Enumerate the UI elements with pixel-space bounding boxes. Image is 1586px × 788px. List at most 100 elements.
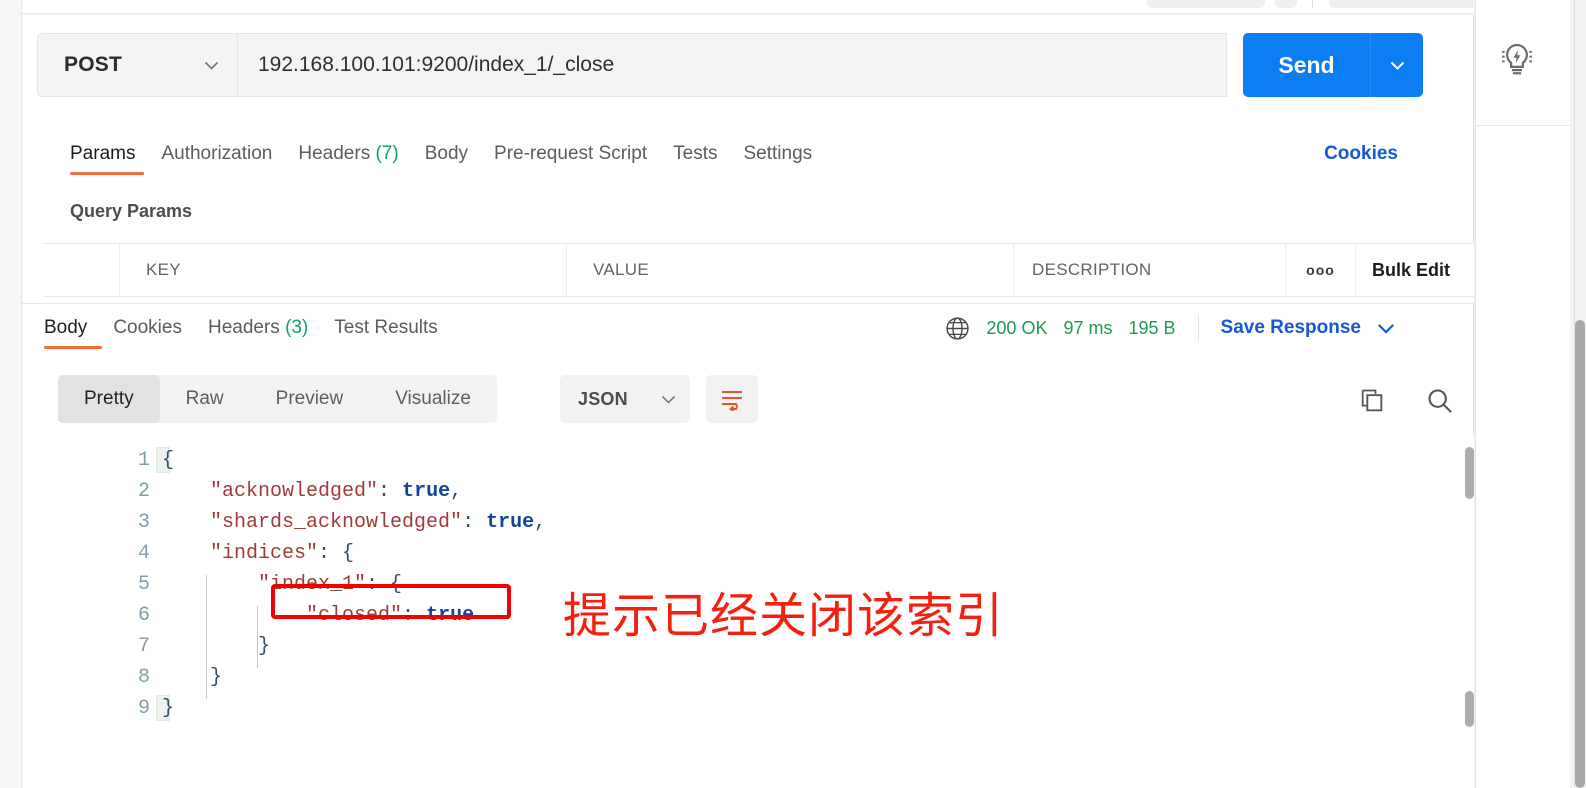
code-token-punc: :: [378, 480, 403, 503]
view-mode-raw[interactable]: Raw: [160, 375, 250, 423]
tab-label: Body: [44, 317, 88, 338]
request-tab-params[interactable]: Params: [70, 143, 161, 181]
response-time: 97 ms: [1063, 317, 1113, 338]
bulk-edit-label: Bulk Edit: [1372, 259, 1451, 280]
tab-label: Test Results: [334, 317, 438, 338]
top-divider: [1312, 0, 1313, 8]
column-label: DESCRIPTION: [1032, 260, 1152, 279]
page-scrollbar-thumb[interactable]: [1575, 320, 1585, 788]
code-token-bool: true: [402, 480, 451, 503]
code-token-key: "indices": [210, 542, 319, 565]
code-token-key: "shards_acknowledged": [210, 511, 463, 534]
response-size: 195 B: [1128, 317, 1176, 338]
code-token-punc: :: [462, 511, 487, 534]
line-number: 4: [137, 542, 150, 565]
response-tab-cookies[interactable]: Cookies: [113, 317, 208, 355]
top-ghost-element: [1147, 0, 1265, 8]
response-meta: 200 OK 97 ms 195 B Save Response: [945, 315, 1395, 341]
line-number: 3: [137, 511, 150, 534]
column-header-value: VALUE: [567, 244, 1014, 296]
tab-label: Headers: [207, 317, 280, 338]
tab-label: Tests: [673, 143, 718, 164]
request-response-panel: POST 192.168.100.101:9200/index_1/_close…: [22, 15, 1490, 788]
code-line: "indices": {: [162, 538, 546, 569]
code-line: }: [162, 693, 546, 724]
chevron-down-icon[interactable]: [1377, 323, 1395, 334]
column-header-description: DESCRIPTION: [1014, 244, 1286, 296]
view-mode-visualize[interactable]: Visualize: [369, 375, 497, 423]
meta-divider: [1197, 315, 1199, 341]
response-format-selector[interactable]: JSON: [560, 375, 690, 423]
response-format-label: JSON: [578, 388, 628, 409]
line-number-gutter: 1 2 3 4 5 6 7 8 9: [44, 445, 150, 724]
request-tab-settings[interactable]: Settings: [744, 143, 839, 181]
send-options-button[interactable]: [1371, 61, 1423, 70]
code-token-punc: : {: [318, 542, 355, 565]
response-tab-test-results[interactable]: Test Results: [334, 317, 463, 355]
right-sidebar-divider: [1475, 125, 1570, 126]
postman-window: POST 192.168.100.101:9200/index_1/_close…: [0, 0, 1586, 788]
tab-label: Cookies: [113, 317, 182, 338]
response-scrollbar-thumb[interactable]: [1465, 447, 1474, 499]
lightbulb-icon[interactable]: [1498, 40, 1536, 78]
word-wrap-button[interactable]: [706, 375, 758, 423]
copy-icon[interactable]: [1358, 387, 1386, 415]
top-cutoff-strip: [22, 0, 1474, 14]
code-token-punc: ,: [450, 480, 463, 503]
request-cookies-link[interactable]: Cookies: [1324, 143, 1398, 165]
line-number: 9: [137, 697, 150, 720]
request-tab-authorization[interactable]: Authorization: [161, 143, 298, 181]
code-token-punc: {: [162, 449, 175, 472]
column-header-key: KEY: [120, 244, 567, 296]
code-token-punc: ,: [534, 511, 547, 534]
view-mode-preview[interactable]: Preview: [250, 375, 370, 423]
save-response-button[interactable]: Save Response: [1221, 317, 1361, 339]
request-tab-pre-request-script[interactable]: Pre-request Script: [494, 143, 673, 181]
request-tab-headers[interactable]: Headers (7): [298, 143, 424, 181]
tab-count-badge: (3): [279, 317, 309, 338]
request-tab-body[interactable]: Body: [425, 143, 494, 181]
select-all-checkbox-cell[interactable]: [44, 244, 120, 296]
response-separator: [22, 303, 1474, 304]
send-label: Send: [1278, 51, 1335, 78]
bulk-edit-button[interactable]: Bulk Edit: [1356, 244, 1474, 296]
response-scrollbar-thumb[interactable]: [1465, 691, 1474, 727]
method-selector[interactable]: POST: [37, 33, 237, 97]
code-line: }: [162, 662, 546, 693]
annotation-text: 提示已经关闭该索引: [563, 588, 1005, 644]
query-params-empty-row[interactable]: [44, 297, 1474, 302]
method-label: POST: [64, 53, 122, 76]
line-number: 1: [137, 449, 150, 472]
top-ghost-element: [1275, 0, 1297, 8]
ellipsis-icon: ooo: [1306, 262, 1335, 278]
send-button[interactable]: Send: [1243, 33, 1370, 97]
response-tab-body[interactable]: Body: [44, 317, 113, 355]
top-ghost-element: [1329, 0, 1474, 8]
response-tab-headers[interactable]: Headers (3): [208, 317, 334, 355]
tab-label: Params: [70, 143, 136, 164]
code-token-punc: }: [162, 697, 175, 720]
send-button-group: Send: [1243, 33, 1423, 97]
globe-icon: [946, 316, 970, 340]
word-wrap-icon: [722, 391, 742, 411]
line-number: 8: [137, 666, 150, 689]
line-number: 2: [137, 480, 150, 503]
line-number: 5: [137, 573, 150, 596]
code-token-punc: }: [258, 635, 271, 658]
code-token-punc: }: [210, 666, 223, 689]
request-tab-tests[interactable]: Tests: [673, 143, 743, 181]
search-icon[interactable]: [1426, 387, 1454, 415]
tab-count-badge: (7): [370, 143, 399, 164]
code-line: "acknowledged": true,: [162, 476, 546, 507]
url-bar: POST 192.168.100.101:9200/index_1/_close…: [37, 33, 1423, 97]
view-mode-pretty[interactable]: Pretty: [58, 375, 160, 423]
url-input[interactable]: 192.168.100.101:9200/index_1/_close: [237, 33, 1227, 97]
query-params-title: Query Params: [70, 201, 193, 221]
request-tabs: Params Authorization Headers (7) Body Pre-re…: [70, 143, 838, 181]
annotation-highlight-box: [271, 584, 511, 619]
table-options-button[interactable]: ooo: [1286, 244, 1356, 296]
code-token-key: "acknowledged": [210, 480, 379, 503]
